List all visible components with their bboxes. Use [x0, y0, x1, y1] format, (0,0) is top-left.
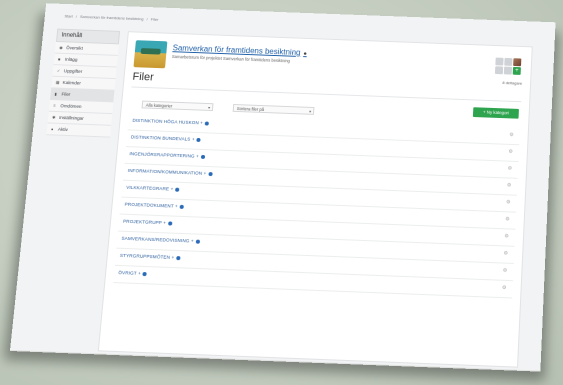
gear-icon[interactable]: ⚙ [506, 199, 511, 205]
category-link[interactable]: PROJEKTGRUPP + [122, 218, 173, 226]
plus-icon: + [199, 120, 204, 126]
info-icon [142, 271, 148, 276]
main-panel: Samverkan för framtidens besiktning ● Sam… [97, 31, 533, 368]
page-title: Filer [132, 70, 155, 84]
sort-select[interactable]: Sortera filer på ▾ [232, 103, 315, 115]
avatar[interactable] [495, 57, 504, 66]
plus-icon: + [170, 186, 174, 192]
sort-value: Sortera filer på [236, 106, 265, 113]
gear-icon[interactable]: ⚙ [508, 149, 513, 155]
category-link[interactable]: SAMVERKANS/REDOVISNING + [121, 236, 200, 244]
gear-icon[interactable]: ⚙ [509, 132, 514, 138]
category-name: PROJEKTDOKUMENT [124, 201, 174, 209]
member-avatars: + [494, 57, 522, 75]
list-icon: ≡ [53, 102, 57, 108]
new-category-button[interactable]: + Ny kategori [472, 107, 519, 119]
gear-icon[interactable]: ⚙ [503, 250, 508, 256]
breadcrumb-start[interactable]: Start [64, 14, 73, 19]
breadcrumb-current: Filer [150, 16, 159, 22]
breadcrumb-separator: / [75, 13, 78, 19]
category-link[interactable]: VILKKARTEGRARE + [126, 185, 180, 192]
info-icon [167, 221, 173, 226]
avatar[interactable] [503, 66, 513, 75]
plus-icon: + [191, 136, 195, 142]
eye-icon: ◉ [59, 44, 64, 50]
info-icon [176, 255, 181, 260]
sidebar-item-label: Kalender [62, 80, 82, 86]
plus-icon: + [195, 153, 200, 159]
sidebar-item-label: Uppgifter [63, 68, 83, 74]
sidebar: Innehåll ◉ Översikt ■ Inlägg ✓ Uppgifter ▦ K… [45, 28, 121, 148]
category-name: ÖVRIGT [118, 270, 137, 276]
gear-icon: ✱ [52, 114, 56, 120]
sidebar-item-label: Översikt [65, 45, 84, 51]
breadcrumb-separator: / [146, 16, 148, 22]
plus-icon: + [174, 203, 179, 209]
file-icon: ▮ [54, 90, 58, 96]
printed-page: Start / Samverkan för framtidens besiktn… [10, 3, 556, 371]
info-icon [204, 121, 210, 126]
plus-icon: + [203, 170, 207, 176]
gear-icon[interactable]: ⚙ [502, 285, 507, 291]
gear-icon[interactable]: ⚙ [504, 233, 509, 239]
sidebar-item-label: Inlägg [64, 56, 78, 63]
category-name: DISTINKTION HÖGA HUSKON [132, 117, 199, 126]
gear-icon[interactable]: ⚙ [508, 166, 513, 172]
info-icon [200, 154, 205, 159]
avatar[interactable] [513, 58, 522, 67]
plus-icon: + [137, 270, 142, 276]
chevron-down-icon: ▾ [309, 108, 312, 114]
avatar[interactable] [504, 57, 513, 66]
breadcrumb: Start / Samverkan för framtidens besiktn… [64, 14, 160, 22]
category-name: INGENJÖRSRAPPORTERING [129, 151, 195, 159]
sidebar-item-label: Omdömen [60, 103, 82, 109]
pin-icon[interactable]: ● [303, 51, 307, 57]
comment-icon: ■ [57, 56, 61, 61]
category-name: PROJEKTGRUPP [122, 218, 163, 226]
category-filter-select[interactable]: Alla kategorier ▾ [141, 100, 214, 112]
user-icon: ● [50, 126, 54, 131]
info-icon [208, 171, 213, 176]
divider [131, 86, 522, 103]
gear-icon[interactable]: ⚙ [503, 268, 508, 274]
gear-icon[interactable]: ⚙ [505, 216, 510, 222]
info-icon [195, 239, 200, 244]
plus-icon: + [163, 220, 167, 226]
check-icon: ✓ [56, 67, 61, 73]
sidebar-item-label: Filer [61, 91, 71, 97]
category-link[interactable]: PROJEKTDOKUMENT + [124, 201, 185, 209]
info-icon [179, 204, 185, 209]
category-link[interactable]: STYRGRUPPSMÖTEN + [120, 253, 181, 260]
plus-icon: + [190, 238, 194, 244]
avatar[interactable] [494, 66, 504, 75]
category-filter-value: Alla kategorier [145, 102, 173, 109]
category-name: DISTINKTION BUNDEVALS [130, 134, 191, 142]
sidebar-item-label: Inställningar [58, 115, 84, 121]
category-link[interactable]: ÖVRIGT + [118, 270, 148, 276]
breadcrumb-course[interactable]: Samverkan för framtidens besiktning [80, 14, 144, 21]
category-name: INFORMATION/KOMMUNIKATION [127, 167, 203, 176]
calendar-icon: ▦ [55, 79, 60, 85]
chevron-down-icon: ▾ [207, 105, 211, 110]
add-member-button[interactable]: + [512, 66, 521, 75]
course-image [133, 40, 168, 69]
sidebar-item-aktiv[interactable]: ● Aktiv [46, 123, 112, 138]
category-link[interactable]: DISTINKTION BUNDEVALS + [131, 134, 201, 142]
category-name: STYRGRUPPSMÖTEN [119, 252, 171, 260]
category-link[interactable]: DISTINKTION HÖGA HUSKON + [132, 117, 210, 126]
category-name: SAMVERKANS/REDOVISNING [121, 235, 190, 244]
members-count[interactable]: 8 deltagare [502, 80, 522, 86]
category-link[interactable]: INFORMATION/KOMMUNIKATION + [128, 168, 213, 176]
info-icon [175, 187, 180, 192]
category-name: VILKKARTEGRARE [126, 184, 170, 192]
info-icon [196, 137, 201, 142]
gear-icon[interactable]: ⚙ [507, 182, 512, 188]
plus-icon: + [171, 254, 175, 260]
sidebar-item-label: Aktiv [57, 126, 69, 133]
category-list: DISTINKTION HÖGA HUSKON + ⚙ DISTINKTION B… [113, 113, 521, 299]
category-link[interactable]: INGENJÖRSRAPPORTERING + [129, 151, 205, 159]
